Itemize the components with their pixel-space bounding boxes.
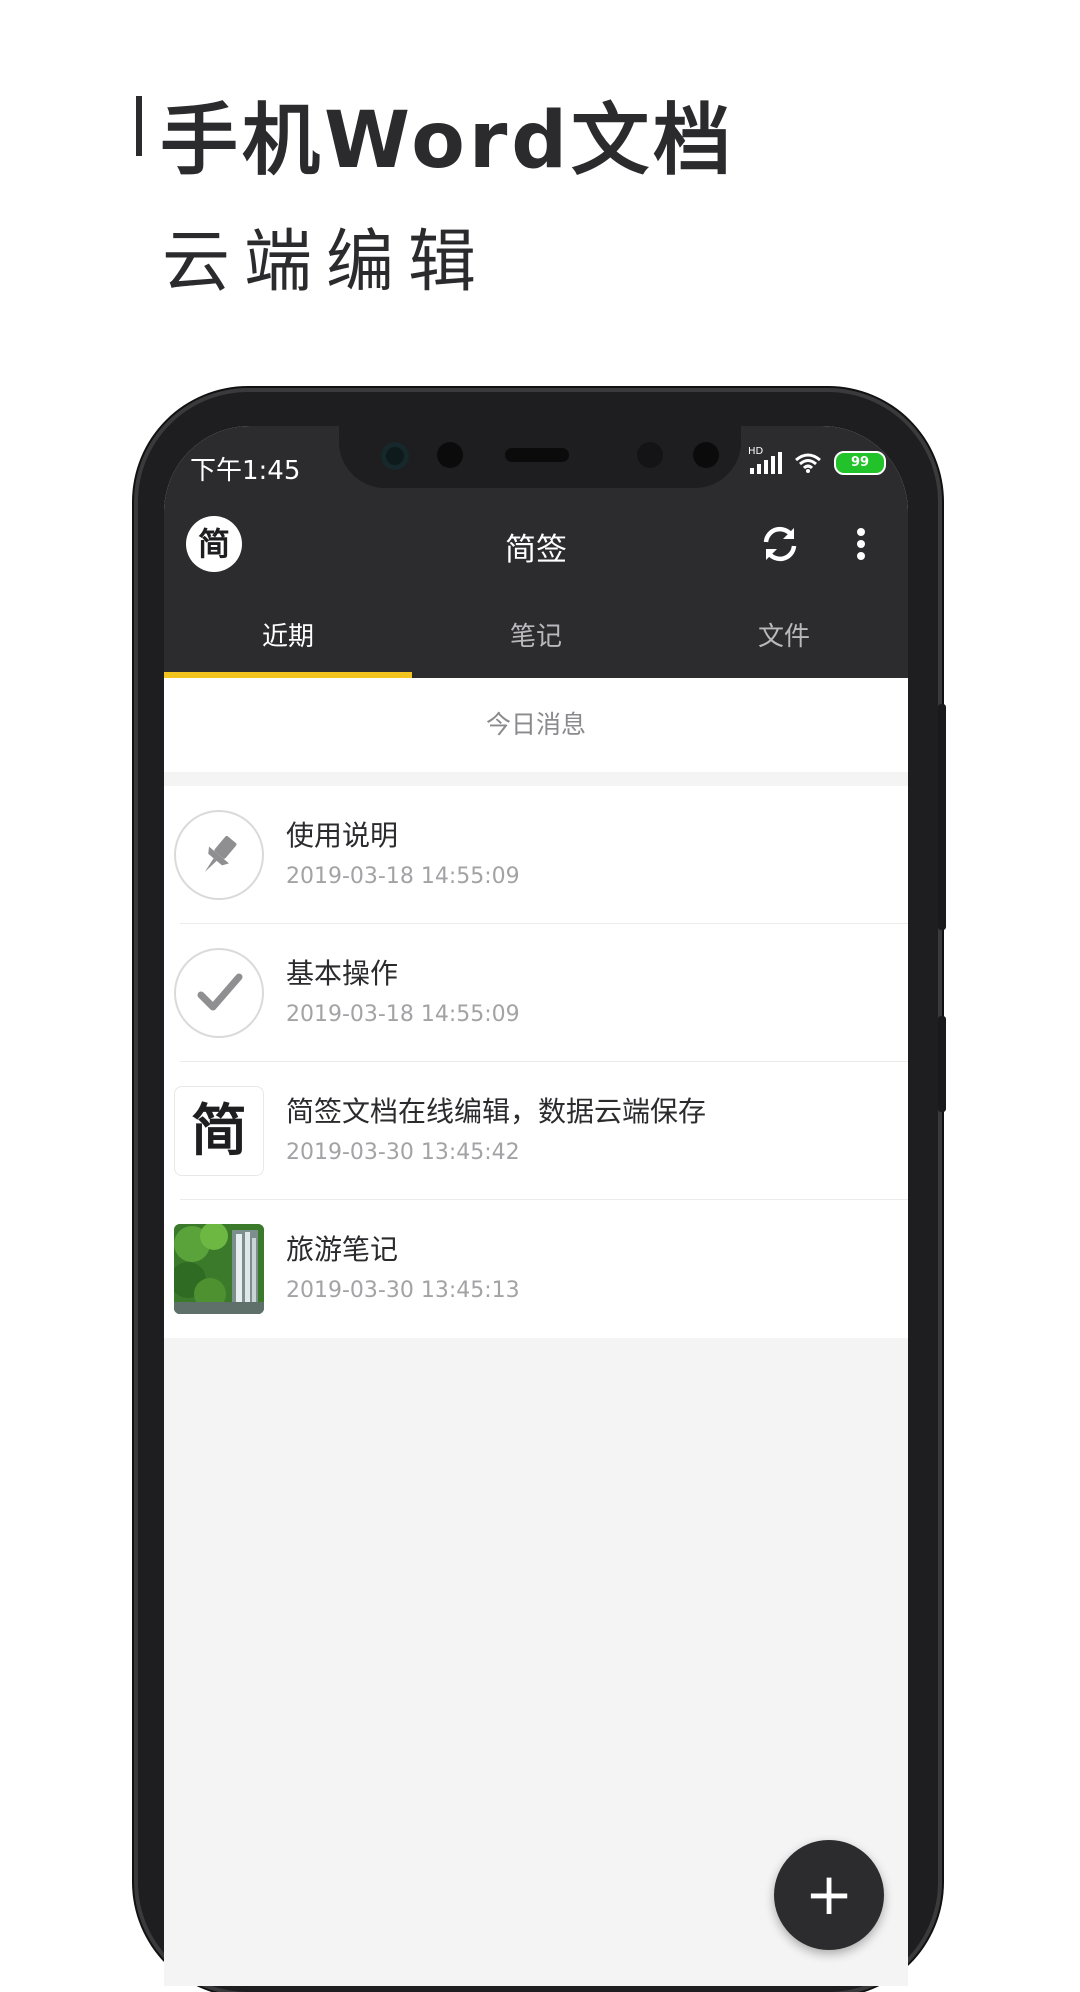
item-date: 2019-03-18 14:55:09 — [286, 864, 520, 889]
item-date: 2019-03-30 13:45:42 — [286, 1140, 520, 1165]
front-camera — [381, 442, 409, 470]
item-title: 旅游笔记 — [286, 1233, 399, 1266]
refresh-icon[interactable] — [756, 520, 804, 568]
more-vert-icon[interactable] — [846, 520, 876, 568]
hd-label: HD — [748, 446, 764, 457]
tab-notes[interactable]: 笔记 — [412, 616, 660, 653]
list-item[interactable]: 旅游笔记 2019-03-30 13:45:13 — [164, 1200, 908, 1338]
add-button[interactable]: + — [774, 1840, 884, 1950]
phone-frame: 下午1:45 HD 99 简 简签 近期 笔记 文件 今日消息 使用说明 201… — [138, 392, 946, 1992]
headline-subtitle: 云端编辑 — [162, 223, 491, 302]
power-button — [938, 1016, 946, 1112]
headline-title: 手机Word文档 — [160, 96, 736, 186]
sensor — [637, 442, 663, 468]
item-date: 2019-03-30 13:45:13 — [286, 1278, 520, 1303]
wifi-icon — [795, 453, 821, 473]
item-title: 简签文档在线编辑，数据云端保存 — [286, 1095, 707, 1128]
item-title: 使用说明 — [286, 819, 399, 852]
pin-icon — [174, 810, 264, 900]
note-list: 使用说明 2019-03-18 14:55:09 基本操作 2019-03-18… — [164, 786, 908, 1338]
notch — [339, 426, 741, 488]
list-item[interactable]: 使用说明 2019-03-18 14:55:09 — [164, 786, 908, 924]
tab-files[interactable]: 文件 — [660, 616, 908, 653]
phone-screen: 下午1:45 HD 99 简 简签 近期 笔记 文件 今日消息 使用说明 201… — [164, 426, 908, 1986]
battery-icon: 99 — [834, 451, 886, 475]
list-item[interactable]: 简 简签文档在线编辑，数据云端保存 2019-03-30 13:45:42 — [164, 1062, 908, 1200]
waterfall-photo — [174, 1224, 264, 1314]
check-icon — [174, 948, 264, 1038]
signal-icon: HD — [748, 446, 782, 474]
today-header: 今日消息 — [164, 678, 908, 772]
earpiece — [505, 448, 569, 462]
headline-accent-bar — [136, 96, 142, 156]
tab-recent[interactable]: 近期 — [164, 616, 412, 653]
sensor — [437, 442, 463, 468]
jian-logo-thumb: 简 — [174, 1086, 264, 1176]
list-item[interactable]: 基本操作 2019-03-18 14:55:09 — [164, 924, 908, 1062]
item-title: 基本操作 — [286, 957, 399, 990]
sensor — [693, 442, 719, 468]
item-date: 2019-03-18 14:55:09 — [286, 1002, 520, 1027]
status-icons: HD 99 — [748, 446, 886, 476]
status-time: 下午1:45 — [190, 456, 301, 486]
volume-button — [938, 704, 946, 930]
